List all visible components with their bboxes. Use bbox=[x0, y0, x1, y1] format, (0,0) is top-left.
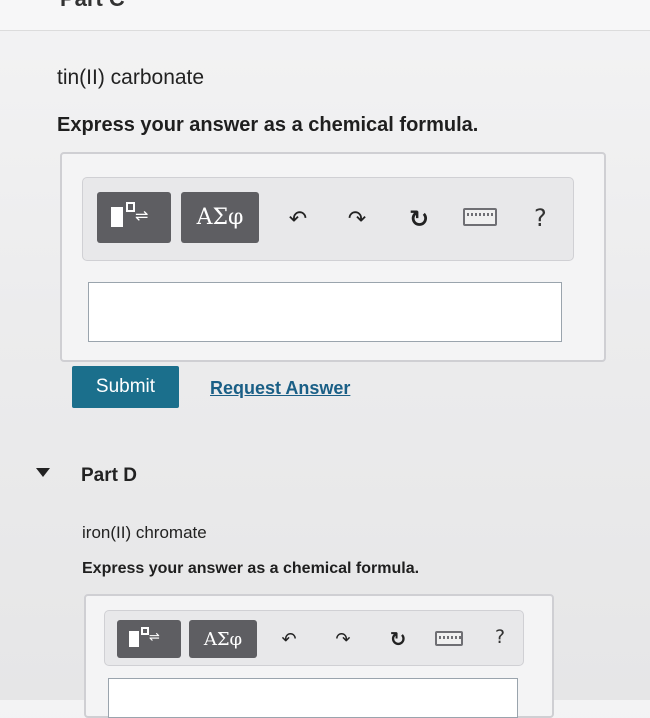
help-icon[interactable]: ? bbox=[495, 626, 505, 648]
greek-label: ΑΣφ bbox=[196, 205, 244, 230]
part-c-instruction: Express your answer as a chemical formul… bbox=[57, 114, 479, 136]
help-icon[interactable]: ? bbox=[534, 204, 547, 232]
part-d-question: iron(II) chromate bbox=[82, 523, 207, 542]
part-d-instruction: Express your answer as a chemical formul… bbox=[82, 560, 420, 577]
reset-icon[interactable]: ↻ bbox=[404, 204, 434, 234]
keyboard-icon[interactable] bbox=[463, 208, 497, 226]
part-c-toolbar: ⇌ ΑΣφ ↶ ↷ ↻ ? bbox=[82, 177, 574, 261]
reset-icon[interactable]: ↻ bbox=[385, 626, 411, 652]
part-c-answer-input[interactable] bbox=[88, 282, 562, 342]
greek-label: ΑΣφ bbox=[203, 628, 243, 650]
caret-down-icon[interactable] bbox=[36, 468, 50, 477]
templates-icon[interactable]: ⇌ bbox=[97, 192, 171, 243]
greek-symbols-button[interactable]: ΑΣφ bbox=[181, 192, 259, 243]
request-answer-link[interactable]: Request Answer bbox=[210, 378, 350, 399]
submit-button[interactable]: Submit bbox=[72, 366, 179, 408]
previous-part-title: Part C bbox=[60, 0, 125, 12]
keyboard-icon[interactable] bbox=[435, 631, 463, 646]
redo-icon[interactable]: ↷ bbox=[331, 627, 355, 651]
part-d-title[interactable]: Part D bbox=[81, 465, 137, 487]
part-c-answer-box: ⇌ ΑΣφ ↶ ↷ ↻ ? bbox=[60, 152, 606, 362]
previous-part-header: Part C bbox=[0, 0, 650, 31]
part-d-answer-box: ⇌ ΑΣφ ↶ ↷ ↻ ? bbox=[84, 594, 554, 718]
greek-symbols-button[interactable]: ΑΣφ bbox=[189, 620, 257, 658]
part-c-question: tin(II) carbonate bbox=[57, 66, 205, 89]
templates-icon[interactable]: ⇌ bbox=[117, 620, 181, 658]
part-d-toolbar: ⇌ ΑΣφ ↶ ↷ ↻ ? bbox=[104, 610, 524, 666]
undo-icon[interactable]: ↶ bbox=[277, 627, 301, 651]
part-d-answer-input[interactable] bbox=[108, 678, 518, 718]
undo-icon[interactable]: ↶ bbox=[284, 205, 312, 233]
redo-icon[interactable]: ↷ bbox=[343, 205, 371, 233]
